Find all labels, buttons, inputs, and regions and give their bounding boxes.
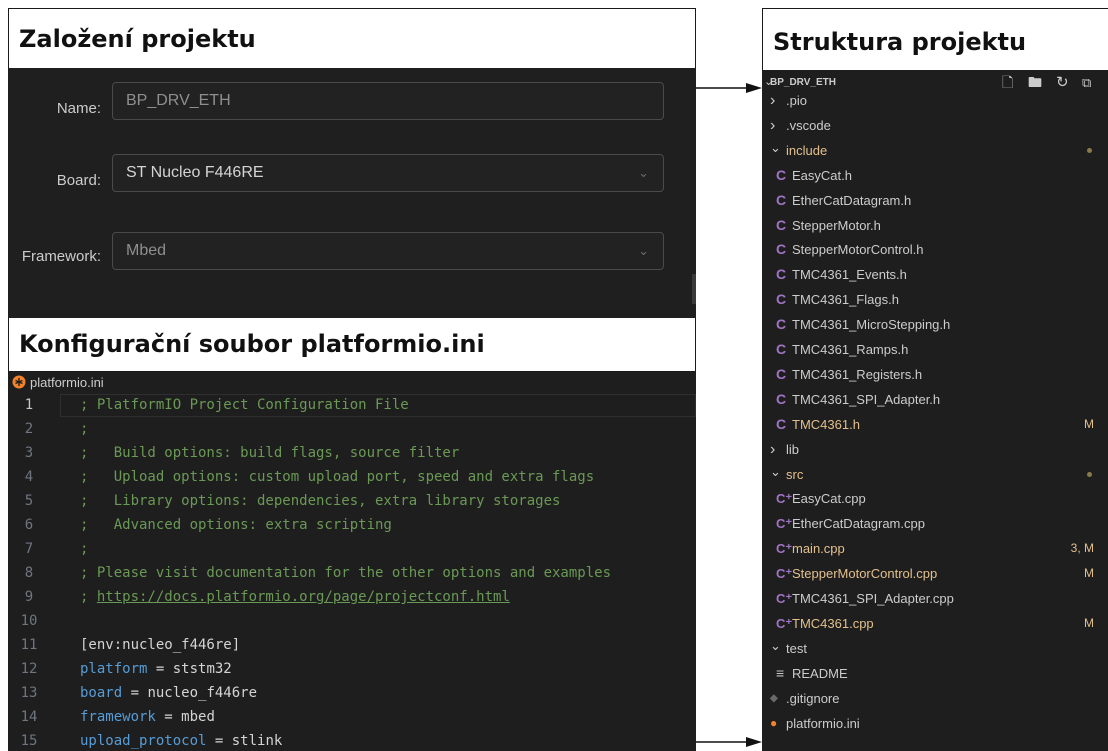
- connector-arrows: [696, 83, 762, 747]
